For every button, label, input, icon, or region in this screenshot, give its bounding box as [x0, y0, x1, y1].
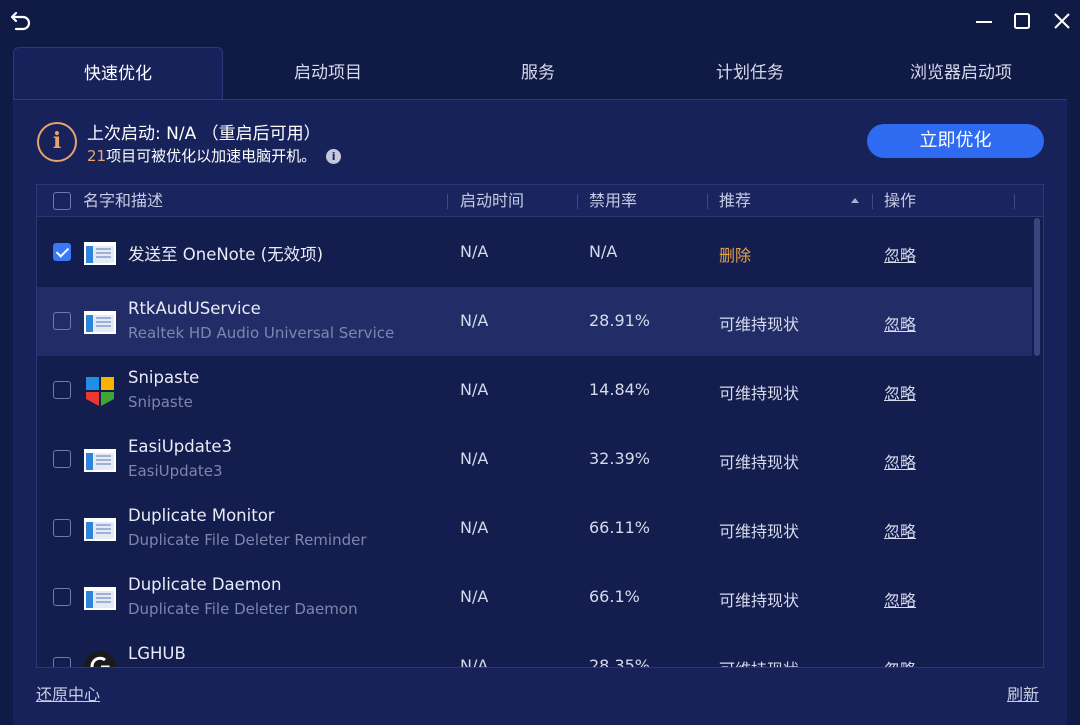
recommendation-cell: 可维持现状	[719, 591, 800, 610]
help-icon[interactable]: i	[326, 149, 342, 164]
item-name: LGHUB	[128, 644, 186, 663]
column-divider	[707, 194, 708, 209]
row-checkbox[interactable]	[53, 312, 71, 330]
recommendation-cell: 可维持现状	[719, 315, 800, 334]
row-checkbox[interactable]	[53, 243, 71, 261]
close-icon[interactable]	[1049, 8, 1075, 34]
disable-rate-cell: 28.91%	[589, 311, 651, 330]
column-name[interactable]: 名字和描述	[83, 185, 163, 217]
ignore-link[interactable]: 忽略	[884, 449, 916, 473]
snipaste-icon	[86, 377, 114, 406]
disable-rate-cell: 32.39%	[589, 449, 651, 468]
item-description: Realtek HD Audio Universal Service	[128, 324, 395, 342]
column-divider	[1014, 194, 1015, 209]
table-row[interactable]: Snipaste Snipaste N/A 14.84% 可维持现状 忽略	[37, 356, 1032, 425]
tab-quick-optimize[interactable]: 快速优化	[13, 47, 223, 100]
item-description: Duplicate File Deleter Reminder	[128, 531, 367, 549]
table-row[interactable]: LGHUB N/A 28.35% 可维持现状 忽略	[37, 632, 1032, 668]
column-divider	[577, 194, 578, 209]
table-row[interactable]: Duplicate Monitor Duplicate File Deleter…	[37, 494, 1032, 563]
recommendation-cell: 删除	[719, 246, 752, 265]
tab-scheduled-tasks[interactable]: 计划任务	[645, 47, 855, 99]
window-app-icon	[84, 518, 116, 541]
ignore-link[interactable]: 忽略	[884, 518, 916, 542]
tab-browser-startup[interactable]: 浏览器启动项	[855, 47, 1067, 99]
ignore-link[interactable]: 忽略	[884, 311, 916, 335]
item-name: RtkAudUService	[128, 299, 261, 318]
recommendation-cell: 可维持现状	[719, 384, 800, 403]
startup-time-cell: N/A	[460, 449, 489, 468]
column-divider	[447, 194, 448, 209]
table-row[interactable]: Duplicate Daemon Duplicate File Deleter …	[37, 563, 1032, 632]
last-boot-status: 上次启动: N/A （重启后可用）	[87, 124, 321, 144]
column-startup-time[interactable]: 启动时间	[460, 185, 524, 217]
scrollbar[interactable]	[1034, 218, 1040, 667]
disable-rate-cell: 66.11%	[589, 518, 651, 537]
item-name: Duplicate Daemon	[128, 575, 282, 594]
lghub-icon	[84, 651, 116, 667]
minimize-icon[interactable]	[971, 8, 997, 34]
item-name: EasiUpdate3	[128, 437, 232, 456]
item-description: Snipaste	[128, 393, 193, 411]
ignore-link[interactable]: 忽略	[884, 242, 916, 266]
tab-bar: 快速优化 启动项目 服务 计划任务 浏览器启动项	[13, 47, 1067, 100]
item-name: Snipaste	[128, 368, 200, 387]
column-recommend[interactable]: 推荐	[719, 185, 751, 217]
scrollbar-thumb[interactable]	[1034, 218, 1040, 356]
info-icon: i	[37, 122, 77, 162]
item-name: 发送至 OneNote (无效项)	[128, 245, 324, 264]
disable-rate-cell: 14.84%	[589, 380, 651, 399]
startup-time-cell: N/A	[460, 242, 489, 261]
row-checkbox[interactable]	[53, 450, 71, 468]
column-action[interactable]: 操作	[884, 185, 916, 217]
title-bar	[0, 0, 1080, 44]
window-app-icon	[84, 311, 116, 334]
column-disable-rate[interactable]: 禁用率	[589, 185, 637, 217]
ignore-link[interactable]: 忽略	[884, 656, 916, 667]
refresh-link[interactable]: 刷新	[1007, 681, 1039, 705]
restore-center-link[interactable]: 还原中心	[36, 681, 100, 705]
back-icon[interactable]	[8, 8, 36, 36]
maximize-icon[interactable]	[1009, 8, 1035, 34]
disable-rate-cell: 66.1%	[589, 587, 640, 606]
optimizable-count: 21	[87, 147, 107, 165]
window-app-icon	[84, 449, 116, 472]
tab-services[interactable]: 服务	[433, 47, 643, 99]
optimizable-text: 项目可被优化以加速电脑开机。	[106, 147, 317, 165]
ignore-link[interactable]: 忽略	[884, 380, 916, 404]
item-description: EasiUpdate3	[128, 462, 223, 480]
table-header: 名字和描述 启动时间 禁用率 推荐 操作	[37, 185, 1043, 217]
item-description: Duplicate File Deleter Daemon	[128, 600, 358, 618]
window-app-icon	[84, 242, 116, 265]
optimize-now-button[interactable]: 立即优化	[867, 124, 1044, 158]
recommendation-cell: 可维持现状	[719, 522, 800, 541]
recommendation-cell: 可维持现状	[719, 656, 799, 667]
table-row[interactable]: RtkAudUService Realtek HD Audio Universa…	[37, 287, 1032, 356]
startup-time-cell: N/A	[460, 587, 489, 606]
tab-startup-items[interactable]: 启动项目	[223, 47, 433, 99]
window-app-icon	[84, 587, 116, 610]
select-all-checkbox[interactable]	[53, 192, 71, 210]
table-row[interactable]: EasiUpdate3 EasiUpdate3 N/A 32.39% 可维持现状…	[37, 425, 1032, 494]
row-checkbox[interactable]	[53, 519, 71, 537]
startup-time-cell: N/A	[460, 380, 489, 399]
recommendation-cell: 可维持现状	[719, 453, 800, 472]
column-divider	[872, 194, 873, 209]
table-row[interactable]: 发送至 OneNote (无效项) N/A N/A 删除 忽略	[37, 218, 1032, 287]
row-checkbox[interactable]	[53, 381, 71, 399]
item-name: Duplicate Monitor	[128, 506, 275, 525]
ignore-link[interactable]: 忽略	[884, 587, 916, 611]
row-checkbox[interactable]	[53, 588, 71, 606]
row-checkbox[interactable]	[53, 657, 71, 667]
startup-time-cell: N/A	[460, 656, 489, 668]
startup-time-cell: N/A	[460, 311, 489, 330]
optimizable-summary: 21项目可被优化以加速电脑开机。 i	[87, 145, 342, 166]
startup-time-cell: N/A	[460, 518, 489, 537]
disable-rate-cell: N/A	[589, 242, 618, 261]
main-panel: i 上次启动: N/A （重启后可用） 21项目可被优化以加速电脑开机。 i 立即…	[13, 99, 1067, 725]
startup-table: 名字和描述 启动时间 禁用率 推荐 操作 发送至 OneNote (无效项) N…	[36, 184, 1044, 668]
sort-ascending-icon[interactable]	[851, 198, 859, 203]
disable-rate-cell: 28.35%	[589, 656, 651, 668]
